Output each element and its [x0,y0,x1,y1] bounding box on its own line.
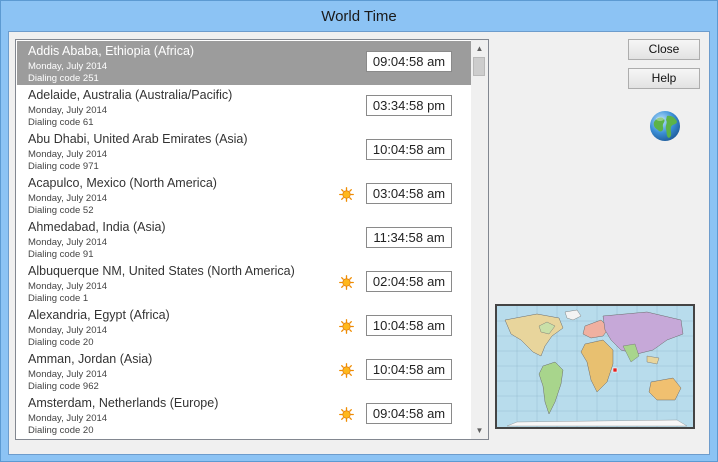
window-title: World Time [321,8,397,25]
list-item[interactable]: Albuquerque NM, United States (North Ame… [17,261,472,305]
city-time: 10:04:58 am [366,359,452,380]
city-date: Monday, July 2014 [28,281,108,292]
city-name: Amman, Jordan (Asia) [28,352,153,366]
city-date: Monday, July 2014 [28,105,108,116]
scroll-thumb[interactable] [473,57,485,76]
location-marker [612,367,618,373]
dialing-code: Dialing code 20 [28,425,94,436]
list-item[interactable]: Alexandria, Egypt (Africa) Monday, July … [17,305,472,349]
city-date: Monday, July 2014 [28,369,108,380]
dialing-code: Dialing code 962 [28,381,99,392]
city-time: 09:04:58 am [366,51,452,72]
world-map [495,304,695,429]
world-time-window: World Time Addis Ababa, Ethiopia (Africa… [0,0,718,462]
globe-icon [650,111,680,141]
sun-icon [339,407,354,422]
city-name: Adelaide, Australia (Australia/Pacific) [28,88,233,102]
city-date: Monday, July 2014 [28,193,108,204]
dialing-code: Dialing code 1 [28,293,89,304]
dialing-code: Dialing code 20 [28,337,94,348]
city-time: 09:04:58 am [366,403,452,424]
list-item[interactable]: Addis Ababa, Ethiopia (Africa) Monday, J… [17,41,472,85]
sun-icon [339,275,354,290]
city-time: 02:04:58 am [366,271,452,292]
help-button[interactable]: Help [628,68,700,89]
sun-icon [339,319,354,334]
city-time: 10:04:58 am [366,315,452,336]
city-date: Monday, July 2014 [28,149,108,160]
city-time: 03:34:58 pm [366,95,452,116]
city-name: Albuquerque NM, United States (North Ame… [28,264,295,278]
city-list[interactable]: Addis Ababa, Ethiopia (Africa) Monday, J… [15,39,489,440]
city-date: Monday, July 2014 [28,237,108,248]
dialing-code: Dialing code 251 [28,73,99,84]
close-button[interactable]: Close [628,39,700,60]
list-item[interactable]: Abu Dhabi, United Arab Emirates (Asia) M… [17,129,472,173]
city-list-rows: Addis Ababa, Ethiopia (Africa) Monday, J… [17,41,472,437]
city-name: Ahmedabad, India (Asia) [28,220,166,234]
city-name: Addis Ababa, Ethiopia (Africa) [28,44,195,58]
list-item[interactable]: Amman, Jordan (Asia) Monday, July 2014 D… [17,349,472,393]
list-scrollbar[interactable]: ▲ ▼ [471,40,488,439]
scroll-down-arrow-icon[interactable]: ▼ [471,422,488,439]
city-name: Acapulco, Mexico (North America) [28,176,217,190]
city-date: Monday, July 2014 [28,325,108,336]
dialing-code: Dialing code 971 [28,161,99,172]
city-time: 03:04:58 am [366,183,452,204]
city-time: 10:04:58 am [366,139,452,160]
list-item[interactable]: Ahmedabad, India (Asia) Monday, July 201… [17,217,472,261]
list-item[interactable]: Acapulco, Mexico (North America) Monday,… [17,173,472,217]
sun-icon [339,363,354,378]
city-date: Monday, July 2014 [28,413,108,424]
list-item[interactable]: Adelaide, Australia (Australia/Pacific) … [17,85,472,129]
list-item[interactable]: Amsterdam, Netherlands (Europe) Monday, … [17,393,472,437]
city-name: Abu Dhabi, United Arab Emirates (Asia) [28,132,248,146]
city-date: Monday, July 2014 [28,61,108,72]
scroll-up-arrow-icon[interactable]: ▲ [471,40,488,57]
city-name: Amsterdam, Netherlands (Europe) [28,396,219,410]
client-area: Addis Ababa, Ethiopia (Africa) Monday, J… [8,31,710,455]
city-time: 11:34:58 am [366,227,452,248]
dialing-code: Dialing code 52 [28,205,94,216]
sun-icon [339,187,354,202]
city-name: Alexandria, Egypt (Africa) [28,308,170,322]
dialing-code: Dialing code 61 [28,117,94,128]
dialing-code: Dialing code 91 [28,249,94,260]
